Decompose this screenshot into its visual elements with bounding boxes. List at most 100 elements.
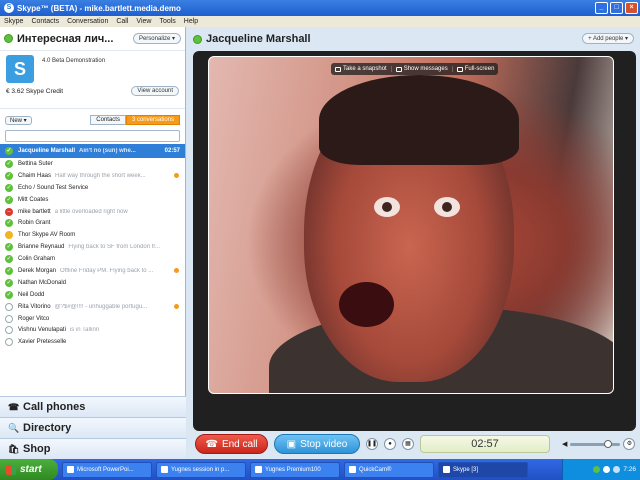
view-account-button[interactable]: View account bbox=[131, 86, 179, 96]
contact-item[interactable]: ✓ Echo / Sound Test Service bbox=[0, 182, 185, 194]
video-person-mouth bbox=[339, 282, 394, 327]
app-icon bbox=[443, 466, 450, 473]
end-call-label: End call bbox=[221, 438, 258, 450]
video-person-eye-left bbox=[374, 197, 400, 217]
taskbar-task[interactable]: Skype [3] bbox=[438, 461, 528, 478]
directory-label: Directory bbox=[23, 422, 72, 434]
call-settings-button[interactable]: ⚙ bbox=[623, 438, 636, 450]
menu-conversation[interactable]: Conversation bbox=[67, 18, 108, 25]
contact-mood: Offline Friday PM. Flying back to ... bbox=[60, 267, 154, 274]
menu-tools[interactable]: Tools bbox=[159, 18, 175, 25]
taskbar-task-label: Skype [3] bbox=[453, 466, 479, 473]
contact-item[interactable]: ✓ Brianne Reynaud Flying back to SF from L… bbox=[0, 241, 185, 253]
video-feed[interactable]: Take a snapshot Show messages Full-scree… bbox=[208, 56, 614, 394]
add-people-button[interactable]: + Add people ▾ bbox=[582, 33, 634, 44]
contact-item[interactable]: ✓ Derek Morgan Offline Friday PM. Flying b… bbox=[0, 265, 185, 277]
contact-item[interactable]: Rita Vitorino @?$#@!!!! - unhuggable port… bbox=[0, 301, 185, 313]
close-button[interactable]: × bbox=[625, 2, 638, 14]
personalize-button[interactable]: Personalize ▾ bbox=[132, 33, 181, 44]
contact-item[interactable]: ✓ Bettina Suter bbox=[0, 158, 185, 170]
taskbar-task-list: Microsoft PowerPoi... Yugnes session in p… bbox=[58, 461, 528, 478]
volume-tray-icon[interactable] bbox=[613, 466, 621, 473]
search-input[interactable] bbox=[5, 130, 180, 142]
skype-tray-icon[interactable] bbox=[593, 466, 601, 473]
contact-item[interactable]: ✓ Nathan McDonald bbox=[0, 277, 185, 289]
contact-item[interactable]: Vishnu Venulapati is in Tallinn bbox=[0, 324, 185, 336]
new-activity-icon bbox=[174, 172, 179, 178]
start-button[interactable]: start bbox=[0, 459, 58, 480]
shop-button[interactable]: 🛍 Shop bbox=[0, 438, 186, 459]
taskbar-task[interactable]: Microsoft PowerPoi... bbox=[62, 461, 152, 478]
dialpad-button[interactable]: ▦ bbox=[402, 438, 414, 450]
mood-message[interactable]: 4.0 Beta Demonstration bbox=[42, 58, 105, 64]
fullscreen-label: Full-screen bbox=[464, 66, 495, 72]
stop-video-button[interactable]: ▣ Stop video bbox=[274, 434, 360, 454]
contact-item[interactable]: ✓ Chaim Haas Half way through the short we… bbox=[0, 170, 185, 182]
mute-button[interactable]: ● bbox=[384, 438, 396, 450]
clock: 7:26 bbox=[623, 466, 636, 473]
avatar[interactable]: S bbox=[6, 55, 34, 83]
video-area: Take a snapshot Show messages Full-scree… bbox=[193, 51, 636, 431]
contact-item[interactable]: ✓ Neil Dodd bbox=[0, 289, 185, 301]
directory-button[interactable]: 🔍 Directory bbox=[0, 417, 186, 438]
hold-button[interactable]: ❚❚ bbox=[366, 438, 378, 450]
camera-icon bbox=[335, 66, 341, 72]
menu-help[interactable]: Help bbox=[184, 18, 198, 25]
fullscreen-button[interactable]: Full-screen bbox=[453, 66, 499, 72]
tab-conversations[interactable]: 3 conversations bbox=[125, 115, 180, 125]
skype-logo-icon: S bbox=[4, 3, 14, 13]
new-activity-icon bbox=[174, 268, 179, 274]
status-header: Интересная лич... Personalize ▾ bbox=[0, 27, 185, 51]
hang-up-icon: ☎ bbox=[205, 438, 218, 450]
volume-control: ◀ ⚙ bbox=[562, 438, 636, 450]
minimize-button[interactable]: _ bbox=[595, 2, 608, 14]
contact-mood: is in Tallinn bbox=[69, 327, 100, 334]
search-icon: 🔍 bbox=[8, 423, 20, 433]
show-messages-label: Show messages bbox=[403, 66, 448, 72]
windows-logo-icon bbox=[6, 464, 16, 475]
taskbar-task[interactable]: Yugnes session in p... bbox=[156, 461, 246, 478]
online-status-icon: ✓ bbox=[5, 159, 13, 168]
contact-item[interactable]: Xavier Pretesselle bbox=[0, 336, 185, 348]
contact-item[interactable]: – mike bartlett a little overloaded right … bbox=[0, 206, 185, 218]
taskbar-task-label: Yugnes Premium100 bbox=[265, 466, 321, 473]
maximize-button[interactable]: □ bbox=[610, 2, 623, 14]
new-button[interactable]: New ▾ bbox=[5, 115, 32, 125]
user-display-name[interactable]: Интересная лич... bbox=[17, 33, 133, 45]
shop-label: Shop bbox=[23, 443, 51, 455]
menu-skype[interactable]: Skype bbox=[4, 18, 23, 25]
list-tabs: Contacts 3 conversations bbox=[90, 115, 180, 125]
app-icon bbox=[349, 466, 356, 473]
online-status-icon: ✓ bbox=[5, 266, 13, 275]
show-messages-button[interactable]: Show messages bbox=[392, 66, 453, 72]
contact-item[interactable]: ✓ Robin Grant bbox=[0, 217, 185, 229]
bottom-nav: ☎ Call phones 🔍 Directory 🛍 Shop bbox=[0, 396, 186, 459]
network-tray-icon[interactable] bbox=[603, 466, 611, 473]
contact-list: ✓ Jacqueline Marshall Ain't no (sun) whe..… bbox=[0, 144, 185, 348]
volume-slider-knob[interactable] bbox=[603, 439, 612, 448]
contact-item[interactable]: Roger Vitco bbox=[0, 313, 185, 325]
contact-item[interactable]: Thor Skype AV Room bbox=[0, 229, 185, 241]
taskbar-task[interactable]: Yugnes Premium100 bbox=[250, 461, 340, 478]
contact-name: Robin Grant bbox=[18, 220, 51, 227]
offline-status-icon bbox=[5, 338, 13, 347]
video-camera-icon: ▣ bbox=[286, 438, 297, 450]
menu-contacts[interactable]: Contacts bbox=[31, 18, 59, 25]
end-call-button[interactable]: ☎ End call bbox=[195, 434, 268, 454]
app-icon bbox=[255, 466, 262, 473]
away-status-icon bbox=[5, 231, 13, 240]
call-phones-button[interactable]: ☎ Call phones bbox=[0, 396, 186, 417]
taskbar-task[interactable]: QuickCam® bbox=[344, 461, 434, 478]
online-status-icon[interactable] bbox=[4, 34, 13, 43]
contact-item[interactable]: ✓ Jacqueline Marshall Ain't no (sun) whe..… bbox=[0, 144, 185, 158]
snapshot-button[interactable]: Take a snapshot bbox=[331, 66, 392, 72]
menu-call[interactable]: Call bbox=[116, 18, 128, 25]
online-status-icon: ✓ bbox=[5, 278, 13, 287]
tab-contacts[interactable]: Contacts bbox=[90, 115, 126, 125]
contact-item[interactable]: ✓ Colin Graham bbox=[0, 253, 185, 265]
contact-name: Thor Skype AV Room bbox=[18, 232, 76, 239]
contact-online-icon bbox=[193, 34, 202, 44]
volume-slider[interactable] bbox=[570, 439, 621, 448]
contact-item[interactable]: ✓ Mitt Coates bbox=[0, 194, 185, 206]
menu-view[interactable]: View bbox=[136, 18, 151, 25]
